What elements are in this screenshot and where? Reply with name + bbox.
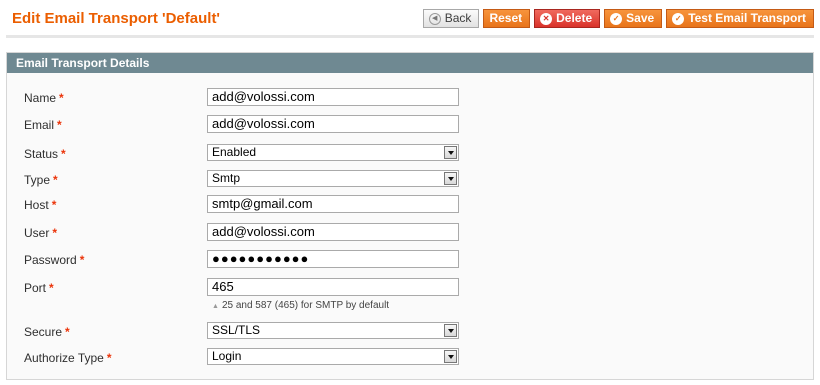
port-field[interactable]: 465 <box>207 278 459 296</box>
triangle-up-icon: ▲ <box>212 303 219 310</box>
form-row-email: Email * add@volossi.com <box>7 115 813 135</box>
name-label: Name * <box>24 91 64 105</box>
circle-check-icon: ✓ <box>610 12 623 25</box>
form-row-authorize-type: Authorize Type * Login <box>7 348 813 368</box>
type-select-value: Smtp <box>212 171 241 185</box>
chevron-down-icon <box>444 172 457 185</box>
form-row-name: Name * add@volossi.com <box>7 88 813 108</box>
save-button[interactable]: ✓ Save <box>604 9 663 28</box>
back-button-label: Back <box>444 11 472 25</box>
authorize-type-select-value: Login <box>212 349 242 363</box>
test-button-label: Test Email Transport <box>688 11 806 25</box>
circle-check-icon: ✓ <box>672 12 685 25</box>
circle-left-arrow-icon: ◀ <box>428 12 441 25</box>
authorize-type-label: Authorize Type * <box>24 351 112 365</box>
form-row-secure: Secure * SSL/TLS <box>7 322 813 342</box>
type-label: Type * <box>24 173 58 187</box>
delete-button-label: Delete <box>556 11 593 25</box>
port-hint: ▲ 25 and 587 (465) for SMTP by default <box>212 300 389 311</box>
back-button[interactable]: ◀ Back <box>422 9 480 28</box>
status-select[interactable]: Enabled <box>207 144 459 161</box>
save-button-label: Save <box>626 11 655 25</box>
form-row-status: Status * Enabled <box>7 144 813 164</box>
form-row-port: Port * 465 ▲ 25 and 587 (465) for SMTP by … <box>7 278 813 311</box>
user-field[interactable]: add@volossi.com <box>207 223 459 241</box>
toolbar: ◀ Back Reset ✕ Delete ✓ Save ✓ Test Emai… <box>422 9 814 28</box>
chevron-down-icon <box>444 146 457 159</box>
name-field[interactable]: add@volossi.com <box>207 88 459 106</box>
reset-button-label: Reset <box>489 11 523 25</box>
host-field[interactable]: smtp@gmail.com <box>207 195 459 213</box>
form-row-password: Password * ●●●●●●●●●●● <box>7 250 813 270</box>
user-label: User * <box>24 226 58 240</box>
chevron-down-icon <box>444 324 457 337</box>
title-divider <box>6 35 814 38</box>
form-row-user: User * add@volossi.com <box>7 223 813 243</box>
email-transport-fieldset: Email Transport Details Name * add@voloss… <box>6 52 814 380</box>
secure-select[interactable]: SSL/TLS <box>207 322 459 339</box>
password-field[interactable]: ●●●●●●●●●●● <box>207 250 459 268</box>
fieldset-legend: Email Transport Details <box>7 53 813 73</box>
email-label: Email * <box>24 118 62 132</box>
reset-button[interactable]: Reset <box>483 9 531 28</box>
test-email-transport-button[interactable]: ✓ Test Email Transport <box>666 9 814 28</box>
circle-x-icon: ✕ <box>540 12 553 25</box>
password-label: Password * <box>24 253 85 267</box>
secure-label: Secure * <box>24 325 70 339</box>
chevron-down-icon <box>444 350 457 363</box>
status-label: Status * <box>24 147 66 161</box>
host-label: Host * <box>24 198 57 212</box>
authorize-type-select[interactable]: Login <box>207 348 459 365</box>
form-row-host: Host * smtp@gmail.com <box>7 195 813 215</box>
form-row-type: Type * Smtp <box>7 170 813 190</box>
port-label: Port * <box>24 281 54 295</box>
status-select-value: Enabled <box>212 145 257 159</box>
port-hint-text: 25 and 587 (465) for SMTP by default <box>221 300 390 311</box>
delete-button[interactable]: ✕ Delete <box>534 9 601 28</box>
email-field[interactable]: add@volossi.com <box>207 115 459 133</box>
secure-select-value: SSL/TLS <box>212 323 261 337</box>
page-title: Edit Email Transport 'Default' <box>12 10 221 27</box>
type-select[interactable]: Smtp <box>207 170 459 187</box>
